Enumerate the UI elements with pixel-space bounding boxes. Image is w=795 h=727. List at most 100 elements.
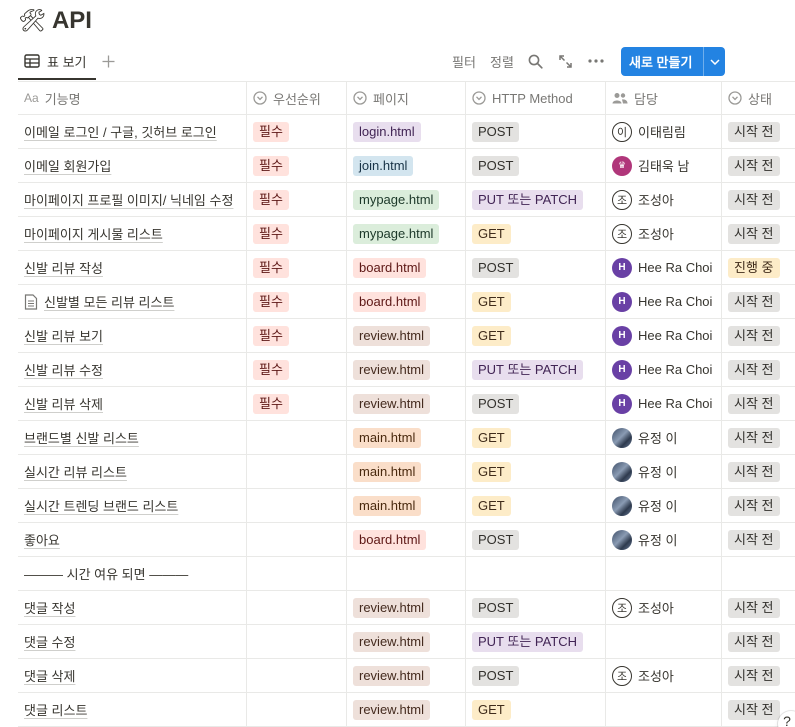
table-row[interactable]: 실시간 트렌딩 브랜드 리스트 main.html GET 유정 이 시작 전 xyxy=(18,489,795,523)
name-cell[interactable]: 댓글 작성 xyxy=(18,591,247,624)
priority-cell[interactable] xyxy=(247,591,347,624)
table-row[interactable]: 신발별 모든 리뷰 리스트 필수 board.html GET H Hee Ra Choi… xyxy=(18,285,795,319)
add-view-button[interactable] xyxy=(98,49,118,73)
page-cell[interactable]: mypage.html xyxy=(347,217,466,250)
method-cell[interactable]: GET xyxy=(466,489,606,522)
column-header-priority[interactable]: 우선순위 xyxy=(247,82,347,114)
status-cell[interactable]: 시작 전 xyxy=(722,591,795,624)
method-cell[interactable]: PUT 또는 PATCH xyxy=(466,353,606,386)
assignee-cell[interactable]: 유정 이 xyxy=(606,455,722,488)
status-cell[interactable]: 시작 전 xyxy=(722,353,795,386)
priority-cell[interactable]: 필수 xyxy=(247,149,347,182)
table-row[interactable]: 댓글 삭제 review.html POST 조 조성아 시작 전 xyxy=(18,659,795,693)
priority-cell[interactable] xyxy=(247,455,347,488)
status-cell[interactable] xyxy=(722,557,795,590)
assignee-cell[interactable] xyxy=(606,625,722,658)
status-cell[interactable]: 진행 중 xyxy=(722,251,795,284)
assignee-cell[interactable]: ♛ 김태욱 남 xyxy=(606,149,722,182)
priority-cell[interactable]: 필수 xyxy=(247,387,347,420)
method-cell[interactable]: POST xyxy=(466,523,606,556)
page-cell[interactable]: review.html xyxy=(347,591,466,624)
name-cell[interactable]: 댓글 리스트 xyxy=(18,693,247,726)
tab-table-view[interactable]: 표 보기 xyxy=(18,44,96,80)
column-header-name[interactable]: Aa 기능명 xyxy=(18,82,247,114)
priority-cell[interactable]: 필수 xyxy=(247,217,347,250)
assignee-cell[interactable]: 조 조성아 xyxy=(606,591,722,624)
method-cell[interactable]: POST xyxy=(466,115,606,148)
name-cell[interactable]: 실시간 리뷰 리스트 xyxy=(18,455,247,488)
priority-cell[interactable] xyxy=(247,489,347,522)
table-row[interactable]: 신발 리뷰 작성 필수 board.html POST H Hee Ra Choi 진행 중 xyxy=(18,251,795,285)
status-cell[interactable]: 시작 전 xyxy=(722,285,795,318)
assignee-cell[interactable]: H Hee Ra Choi xyxy=(606,353,722,386)
table-row[interactable]: 브랜드별 신발 리스트 main.html GET 유정 이 시작 전 xyxy=(18,421,795,455)
assignee-cell[interactable]: 이 이태림림 xyxy=(606,115,722,148)
priority-cell[interactable] xyxy=(247,557,347,590)
method-cell[interactable]: GET xyxy=(466,217,606,250)
name-cell[interactable]: 신발 리뷰 보기 xyxy=(18,319,247,352)
assignee-cell[interactable]: 조 조성아 xyxy=(606,217,722,250)
assignee-cell[interactable]: H Hee Ra Choi xyxy=(606,285,722,318)
name-cell[interactable]: 신발 리뷰 작성 xyxy=(18,251,247,284)
priority-cell[interactable]: 필수 xyxy=(247,319,347,352)
column-header-assignee[interactable]: 담당 xyxy=(606,82,722,114)
page-cell[interactable]: join.html xyxy=(347,149,466,182)
page-cell[interactable]: board.html xyxy=(347,251,466,284)
assignee-cell[interactable]: 조 조성아 xyxy=(606,659,722,692)
priority-cell[interactable]: 필수 xyxy=(247,353,347,386)
assignee-cell[interactable]: H Hee Ra Choi xyxy=(606,319,722,352)
method-cell[interactable] xyxy=(466,557,606,590)
status-cell[interactable]: 시작 전 xyxy=(722,115,795,148)
page-cell[interactable]: main.html xyxy=(347,489,466,522)
name-cell[interactable]: 댓글 수정 xyxy=(18,625,247,658)
method-cell[interactable]: PUT 또는 PATCH xyxy=(466,625,606,658)
status-cell[interactable]: 시작 전 xyxy=(722,455,795,488)
name-cell[interactable]: 신발별 모든 리뷰 리스트 xyxy=(18,285,247,318)
name-cell[interactable]: 이메일 회원가입 xyxy=(18,149,247,182)
table-row[interactable]: 댓글 수정 review.html PUT 또는 PATCH 시작 전 xyxy=(18,625,795,659)
table-row[interactable]: ——— 시간 여유 되면 ——— xyxy=(18,557,795,591)
name-cell[interactable]: 마이페이지 게시물 리스트 xyxy=(18,217,247,250)
method-cell[interactable]: POST xyxy=(466,251,606,284)
table-row[interactable]: 좋아요 board.html POST 유정 이 시작 전 xyxy=(18,523,795,557)
priority-cell[interactable]: 필수 xyxy=(247,285,347,318)
method-cell[interactable]: GET xyxy=(466,285,606,318)
expand-button[interactable] xyxy=(558,51,573,71)
priority-cell[interactable] xyxy=(247,659,347,692)
page-cell[interactable]: main.html xyxy=(347,455,466,488)
page-title[interactable]: API xyxy=(52,7,92,35)
method-cell[interactable]: GET xyxy=(466,693,606,726)
method-cell[interactable]: GET xyxy=(466,319,606,352)
page-cell[interactable]: mypage.html xyxy=(347,183,466,216)
method-cell[interactable]: POST xyxy=(466,659,606,692)
status-cell[interactable]: 시작 전 xyxy=(722,387,795,420)
status-cell[interactable]: 시작 전 xyxy=(722,217,795,250)
method-cell[interactable]: POST xyxy=(466,387,606,420)
column-header-status[interactable]: 상태 xyxy=(722,82,795,114)
name-cell[interactable]: 마이페이지 프로필 이미지/ 닉네임 수정 xyxy=(18,183,247,216)
page-cell[interactable]: board.html xyxy=(347,523,466,556)
page-cell[interactable]: review.html xyxy=(347,319,466,352)
priority-cell[interactable] xyxy=(247,625,347,658)
status-cell[interactable]: 시작 전 xyxy=(722,523,795,556)
assignee-cell[interactable]: 유정 이 xyxy=(606,489,722,522)
name-cell[interactable]: 브랜드별 신발 리스트 xyxy=(18,421,247,454)
page-cell[interactable]: review.html xyxy=(347,625,466,658)
page-cell[interactable] xyxy=(347,557,466,590)
column-header-page[interactable]: 페이지 xyxy=(347,82,466,114)
page-cell[interactable]: login.html xyxy=(347,115,466,148)
table-row[interactable]: 댓글 리스트 review.html GET 시작 전 xyxy=(18,693,795,727)
assignee-cell[interactable] xyxy=(606,557,722,590)
method-cell[interactable]: POST xyxy=(466,591,606,624)
priority-cell[interactable]: 필수 xyxy=(247,115,347,148)
name-cell[interactable]: 신발 리뷰 삭제 xyxy=(18,387,247,420)
assignee-cell[interactable]: 조 조성아 xyxy=(606,183,722,216)
assignee-cell[interactable]: H Hee Ra Choi xyxy=(606,387,722,420)
column-header-method[interactable]: HTTP Method xyxy=(466,82,606,114)
table-row[interactable]: 실시간 리뷰 리스트 main.html GET 유정 이 시작 전 xyxy=(18,455,795,489)
page-cell[interactable]: review.html xyxy=(347,353,466,386)
page-cell[interactable]: board.html xyxy=(347,285,466,318)
status-cell[interactable]: 시작 전 xyxy=(722,319,795,352)
priority-cell[interactable]: 필수 xyxy=(247,183,347,216)
priority-cell[interactable] xyxy=(247,693,347,726)
